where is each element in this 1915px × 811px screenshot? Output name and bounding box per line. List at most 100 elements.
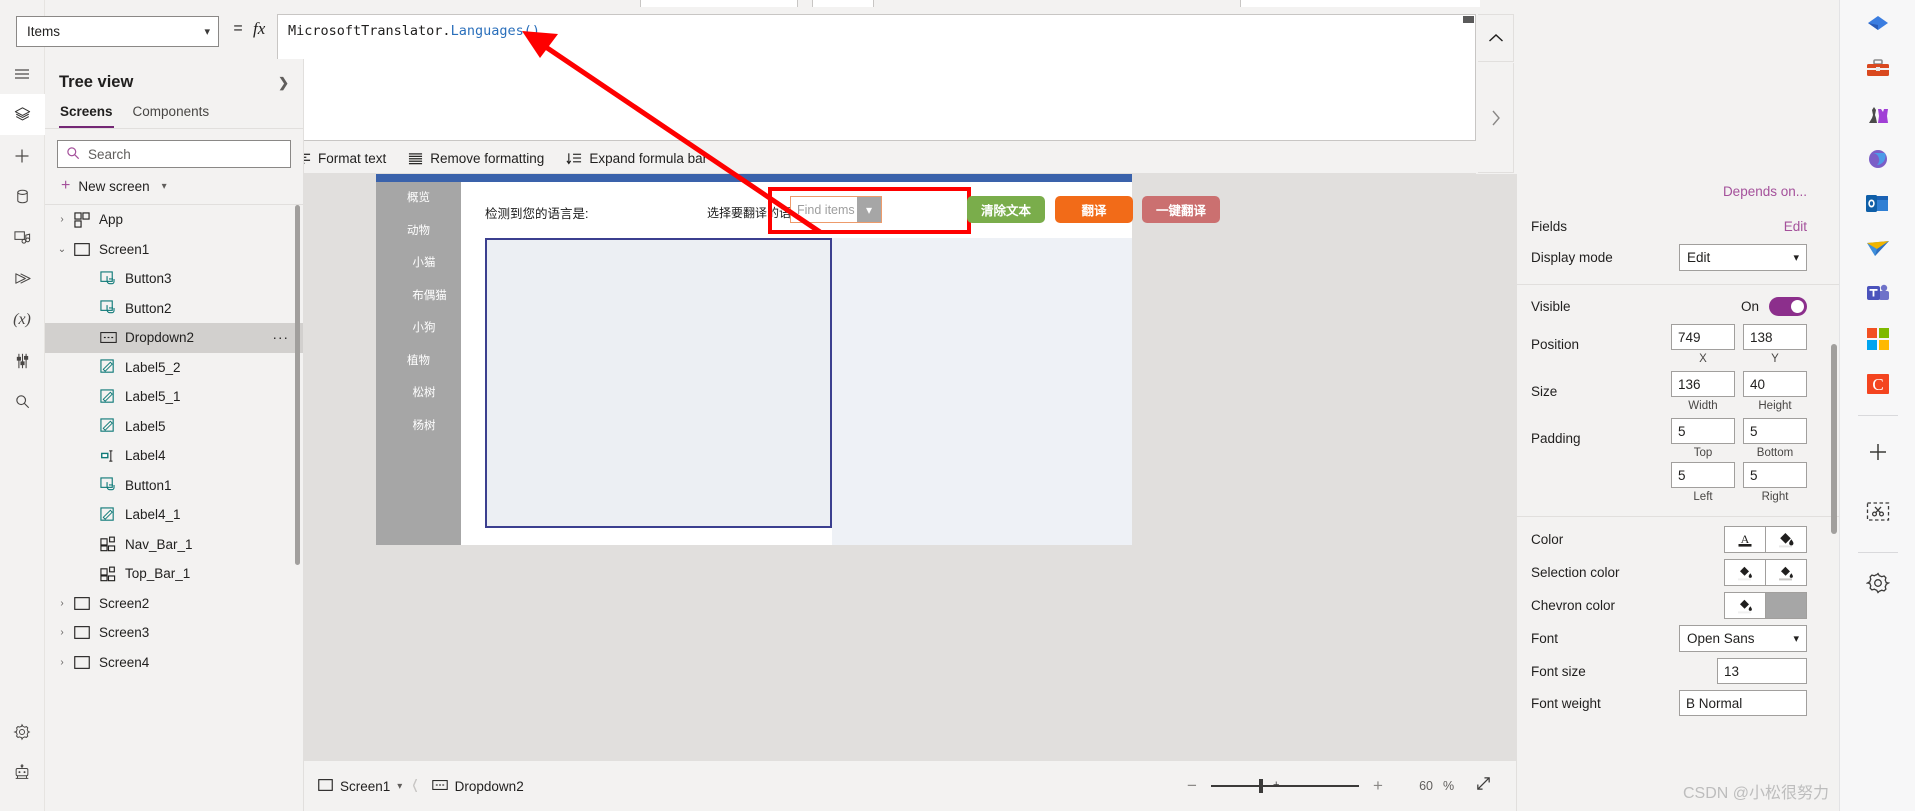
- zoom-out-button[interactable]: −: [1183, 776, 1201, 796]
- visible-toggle[interactable]: [1769, 296, 1807, 316]
- screenshot-icon[interactable]: [1858, 482, 1898, 542]
- collapse-tree-icon[interactable]: ❯: [278, 75, 289, 91]
- position-x-input[interactable]: 749: [1671, 324, 1735, 350]
- display-mode-select[interactable]: Edit ▾: [1679, 244, 1807, 271]
- hamburger-icon[interactable]: [0, 53, 45, 94]
- remove-formatting-button[interactable]: Remove formatting: [397, 144, 555, 172]
- flow-icon[interactable]: [0, 258, 45, 299]
- formula-input[interactable]: MicrosoftTranslator.Languages(): [277, 14, 1476, 141]
- translate-button[interactable]: 翻译: [1055, 196, 1133, 223]
- tree-item-screen3[interactable]: › Screen3: [45, 618, 303, 648]
- tools-icon[interactable]: [0, 340, 45, 381]
- tree-item-screen4[interactable]: › Screen4: [45, 648, 303, 678]
- tree-item-label4[interactable]: Label4: [45, 441, 303, 471]
- chevron-toggle-icon[interactable]: ›: [53, 627, 71, 638]
- tree-item-button1[interactable]: Button1: [45, 471, 303, 501]
- fill-color-button[interactable]: [1765, 526, 1807, 553]
- teams-icon[interactable]: [1858, 272, 1898, 315]
- app-preview-canvas[interactable]: 概览 动物 小猫 布偶猫 小狗 植物 松树 杨树 检测到您的语言是: 选择要翻译的语言: Fi…: [376, 174, 1220, 545]
- font-select[interactable]: Open Sans ▾: [1679, 625, 1807, 652]
- app-nav-item[interactable]: 布偶猫: [376, 280, 461, 313]
- c-app-icon[interactable]: C: [1858, 362, 1898, 405]
- microsoft-365-icon[interactable]: [1858, 137, 1898, 180]
- language-dropdown[interactable]: Find items ▾: [790, 196, 882, 223]
- app-nav-item[interactable]: 松树: [376, 377, 461, 410]
- tree-item-dropdown2[interactable]: Dropdown2 ···: [45, 323, 303, 353]
- chevron-fill-color-button[interactable]: [1724, 592, 1766, 619]
- tree-item-label5[interactable]: Label5: [45, 412, 303, 442]
- send-icon[interactable]: [1858, 227, 1898, 270]
- tree-item-button3[interactable]: Button3: [45, 264, 303, 294]
- zoom-slider[interactable]: +: [1211, 777, 1359, 795]
- settings-gear-icon[interactable]: [1858, 561, 1898, 604]
- chevron-toggle-icon[interactable]: ⌄: [53, 244, 71, 255]
- size-height-input[interactable]: 40: [1743, 371, 1807, 397]
- games-icon[interactable]: [1858, 92, 1898, 135]
- chevron-toggle-icon[interactable]: ›: [53, 657, 71, 668]
- search-icon[interactable]: [0, 381, 45, 422]
- gear-icon[interactable]: [0, 711, 45, 752]
- position-y-input[interactable]: 138: [1743, 324, 1807, 350]
- depends-on-link[interactable]: Depends on...: [1517, 174, 1839, 211]
- toolbox-icon[interactable]: [1858, 47, 1898, 90]
- expand-formula-bar-button[interactable]: Expand formula bar: [555, 144, 718, 172]
- new-screen-button[interactable]: + New screen ▾: [45, 168, 303, 204]
- chevron-toggle-icon[interactable]: ›: [53, 598, 71, 609]
- zoom-in-button[interactable]: +: [1369, 776, 1387, 796]
- expand-right-panel-button[interactable]: [1478, 63, 1514, 173]
- tab-screens[interactable]: Screens: [59, 100, 114, 128]
- formula-scrollbar[interactable]: [1463, 16, 1474, 140]
- selection-fill-color-button[interactable]: [1765, 559, 1807, 586]
- tree-item-screen1[interactable]: ⌄ Screen1: [45, 235, 303, 265]
- app-nav-item[interactable]: 小猫: [376, 247, 461, 280]
- padding-bottom-input[interactable]: 5: [1743, 418, 1807, 444]
- layers-icon[interactable]: [0, 94, 45, 135]
- app-text-area[interactable]: [485, 238, 832, 528]
- tree-item-nav_bar_1[interactable]: Nav_Bar_1: [45, 530, 303, 560]
- tree-scrollbar[interactable]: [295, 205, 300, 565]
- font-weight-select[interactable]: B Normal: [1679, 690, 1807, 716]
- collapse-formula-bar-button[interactable]: [1478, 14, 1514, 62]
- fields-edit-link[interactable]: Edit: [1784, 219, 1807, 234]
- variables-icon[interactable]: (x): [0, 299, 45, 340]
- add-icon[interactable]: [1858, 424, 1898, 480]
- search-input[interactable]: Search: [57, 140, 291, 168]
- tree-item-button2[interactable]: Button2: [45, 294, 303, 324]
- tree-item-app[interactable]: › App: [45, 205, 303, 235]
- app-nav-item[interactable]: 小狗: [376, 312, 461, 345]
- tab-components[interactable]: Components: [132, 100, 211, 128]
- chevron-toggle-icon[interactable]: ›: [53, 214, 71, 225]
- zoom-slider-thumb[interactable]: [1259, 779, 1263, 793]
- padding-left-input[interactable]: 5: [1671, 462, 1735, 488]
- app-nav-item[interactable]: 动物: [376, 215, 461, 248]
- outlook-icon[interactable]: [1858, 182, 1898, 225]
- app-nav-item[interactable]: 概览: [376, 182, 461, 215]
- tree-item-top_bar_1[interactable]: Top_Bar_1: [45, 559, 303, 589]
- breadcrumb-control[interactable]: Dropdown2: [418, 779, 534, 794]
- shopping-tag-icon[interactable]: [1858, 2, 1898, 45]
- font-color-button[interactable]: A: [1724, 526, 1766, 553]
- app-nav-item[interactable]: 杨树: [376, 410, 461, 443]
- font-size-input[interactable]: 13: [1717, 658, 1807, 684]
- media-icon[interactable]: [0, 217, 45, 258]
- fit-screen-icon[interactable]: [1465, 775, 1492, 797]
- chevron-color-swatch[interactable]: [1765, 592, 1807, 619]
- robot-icon[interactable]: [0, 752, 45, 793]
- tree-item-label5_1[interactable]: Label5_1: [45, 382, 303, 412]
- app-nav-item[interactable]: 植物: [376, 345, 461, 378]
- tree-item-label5_2[interactable]: Label5_2: [45, 353, 303, 383]
- microsoft-logo-icon[interactable]: [1858, 317, 1898, 360]
- one-click-translate-button[interactable]: 一键翻译: [1142, 196, 1220, 223]
- database-icon[interactable]: [0, 176, 45, 217]
- plus-icon[interactable]: [0, 135, 45, 176]
- breadcrumb-screen[interactable]: Screen1 ▾: [304, 779, 412, 794]
- clear-text-button[interactable]: 清除文本: [967, 196, 1045, 223]
- properties-scrollbar[interactable]: [1831, 344, 1837, 534]
- selection-font-color-button[interactable]: [1724, 559, 1766, 586]
- tree-item-screen2[interactable]: › Screen2: [45, 589, 303, 619]
- property-selector[interactable]: Items ▾: [16, 16, 219, 47]
- padding-top-input[interactable]: 5: [1671, 418, 1735, 444]
- tree-item-label4_1[interactable]: Label4_1: [45, 500, 303, 530]
- padding-right-input[interactable]: 5: [1743, 462, 1807, 488]
- size-width-input[interactable]: 136: [1671, 371, 1735, 397]
